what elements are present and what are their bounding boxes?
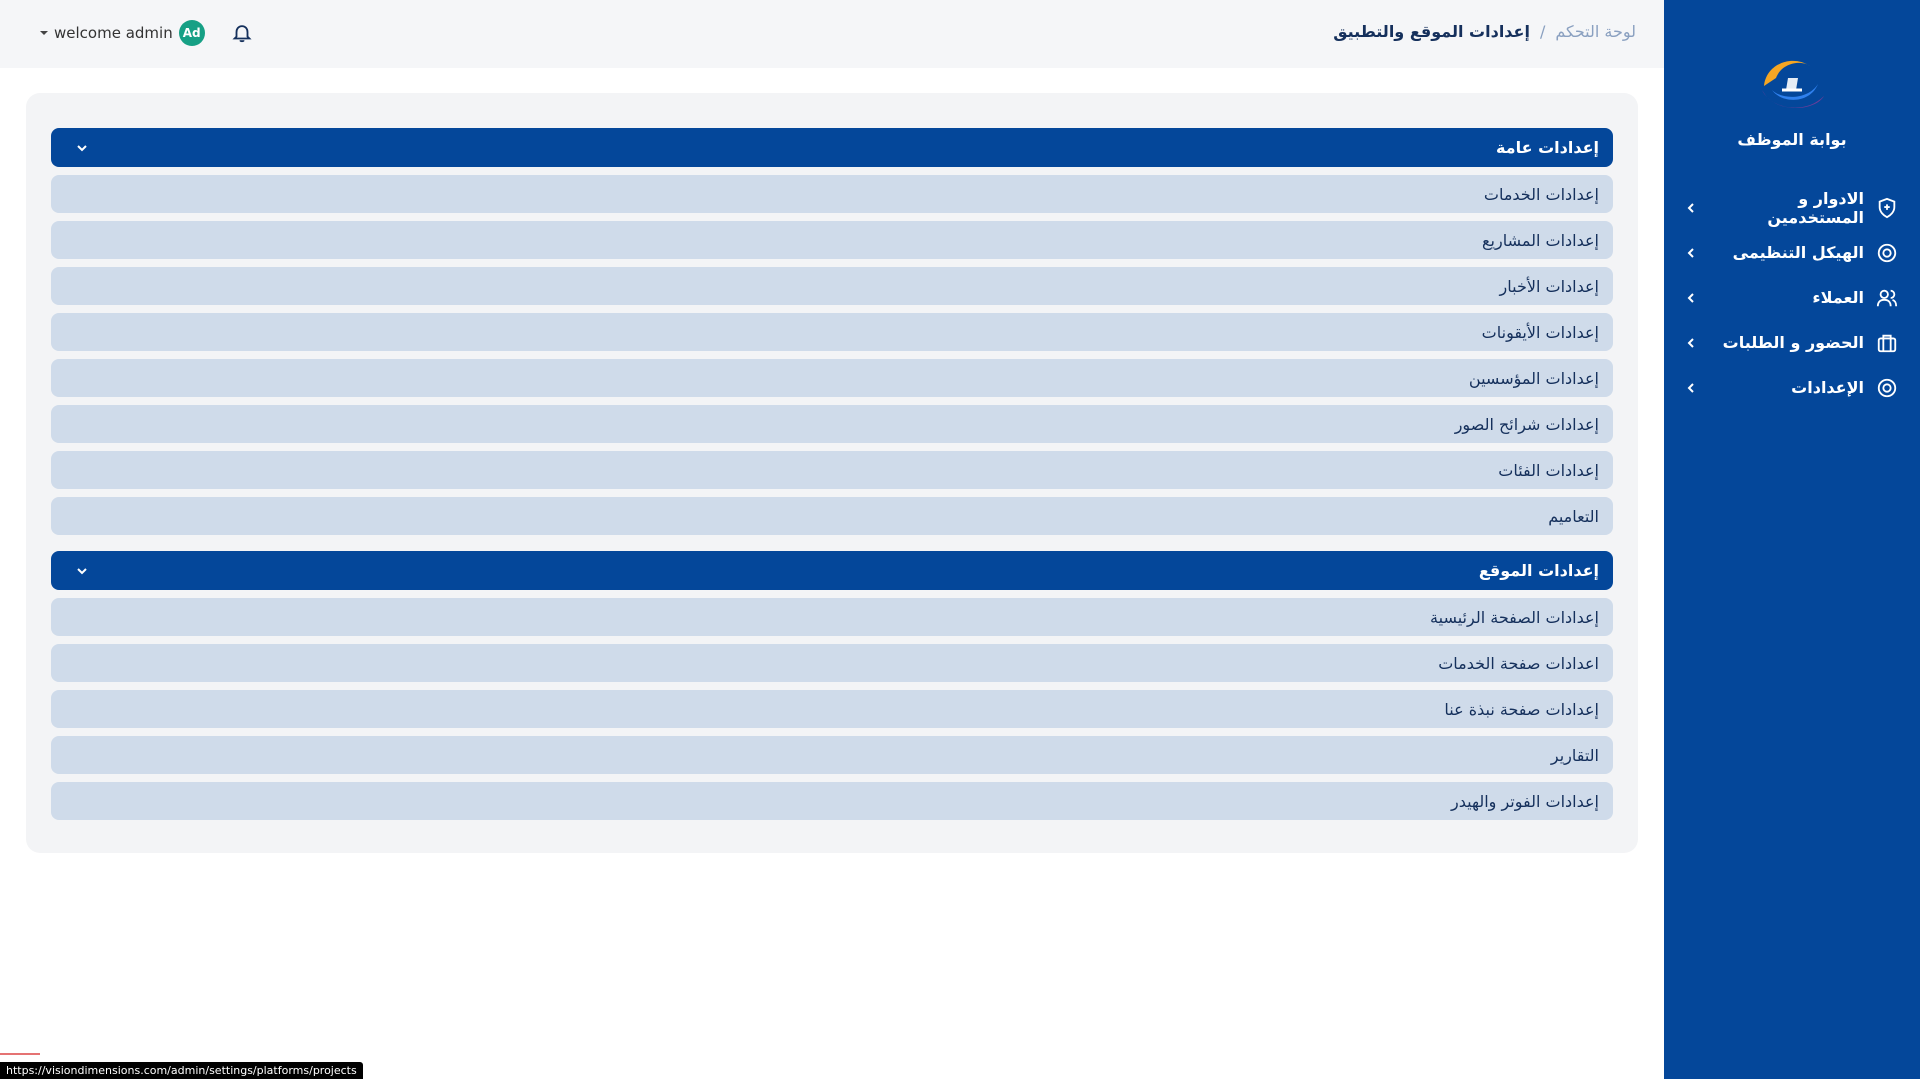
settings-item-icons[interactable]: إعدادات الأيقونات (51, 313, 1613, 351)
settings-item-about-page[interactable]: إعدادات صفحة نبذة عنا (51, 690, 1613, 728)
chevron-left-icon (1684, 201, 1698, 215)
settings-item-founders[interactable]: إعدادات المؤسسين (51, 359, 1613, 397)
settings-item-reports[interactable]: التقارير (51, 736, 1613, 774)
settings-item-news[interactable]: إعدادات الأخبار (51, 267, 1613, 305)
settings-panel: إعدادات عامة إعدادات الخدمات إعدادات الم… (26, 93, 1638, 853)
caret-down-icon (40, 29, 48, 37)
settings-item-image-slides[interactable]: إعدادات شرائح الصور (51, 405, 1613, 443)
settings-item-home-page[interactable]: إعدادات الصفحة الرئيسية (51, 598, 1613, 636)
chevron-left-icon (1684, 381, 1698, 395)
chevron-down-icon (75, 141, 89, 155)
logo-icon (1762, 60, 1824, 109)
sidebar-nav: الادوار و المستخدمين الهيكل التنظيمى الع… (1664, 185, 1920, 410)
site-settings-header[interactable]: إعدادات الموقع (51, 551, 1613, 590)
breadcrumb-separator: / (1539, 22, 1546, 41)
chevron-left-icon (1684, 336, 1698, 350)
bell-icon[interactable] (231, 22, 253, 44)
welcome-text: welcome admin (54, 24, 173, 42)
corner-indicator (0, 1053, 40, 1059)
breadcrumb-current: إعدادات الموقع والتطبيق (1333, 22, 1530, 41)
sidebar-item-settings[interactable]: الإعدادات (1664, 365, 1920, 410)
target-icon (1876, 242, 1898, 264)
sidebar-item-roles-users[interactable]: الادوار و المستخدمين (1664, 185, 1920, 230)
sidebar: بوابة الموظف الادوار و المستخدمين الهيكل… (1664, 0, 1920, 1079)
chevron-left-icon (1684, 246, 1698, 260)
settings-item-categories[interactable]: إعدادات الفئات (51, 451, 1613, 489)
general-settings-group: إعدادات عامة إعدادات الخدمات إعدادات الم… (51, 128, 1613, 535)
chevron-left-icon (1684, 291, 1698, 305)
shield-icon (1876, 197, 1898, 219)
sidebar-item-org-structure[interactable]: الهيكل التنظيمى (1664, 230, 1920, 275)
settings-item-projects[interactable]: إعدادات المشاريع (51, 221, 1613, 259)
briefcase-icon (1876, 332, 1898, 354)
chevron-down-icon (75, 564, 89, 578)
avatar: Ad (178, 20, 205, 46)
sidebar-item-label: الهيكل التنظيمى (1732, 243, 1864, 262)
breadcrumb-root-link[interactable]: لوحة التحكم (1555, 22, 1636, 41)
settings-item-services-page[interactable]: اعدادات صفحة الخدمات (51, 644, 1613, 682)
sidebar-item-clients[interactable]: العملاء (1664, 275, 1920, 320)
site-settings-group: إعدادات الموقع إعدادات الصفحة الرئيسية ا… (51, 551, 1613, 820)
logo-area: بوابة الموظف (1664, 40, 1920, 150)
users-icon (1876, 287, 1898, 309)
sidebar-item-label: الادوار و المستخدمين (1767, 188, 1864, 227)
settings-item-services[interactable]: إعدادات الخدمات (51, 175, 1613, 213)
group-title: إعدادات عامة (1495, 138, 1599, 157)
top-bar: لوحة التحكم / إعدادات الموقع والتطبيق we… (0, 0, 1664, 68)
sidebar-item-label: الحضور و الطلبات (1722, 333, 1864, 352)
user-menu-toggle[interactable]: welcome admin Ad (40, 20, 205, 46)
brand-name: بوابة الموظف (1737, 130, 1847, 149)
sidebar-item-label: الإعدادات (1791, 378, 1864, 397)
group-title: إعدادات الموقع (1478, 561, 1599, 580)
settings-item-circulars[interactable]: التعاميم (51, 497, 1613, 535)
sidebar-item-attendance[interactable]: الحضور و الطلبات (1664, 320, 1920, 365)
general-settings-header[interactable]: إعدادات عامة (51, 128, 1613, 167)
status-bar-url: https://visiondimensions.com/admin/setti… (0, 1062, 363, 1079)
breadcrumb: لوحة التحكم / إعدادات الموقع والتطبيق (1333, 22, 1636, 41)
settings-item-footer-header[interactable]: إعدادات الفوتر والهيدر (51, 782, 1613, 820)
user-area: welcome admin Ad (40, 20, 253, 46)
sidebar-item-label: العملاء (1812, 288, 1864, 307)
settings-icon (1876, 377, 1898, 399)
